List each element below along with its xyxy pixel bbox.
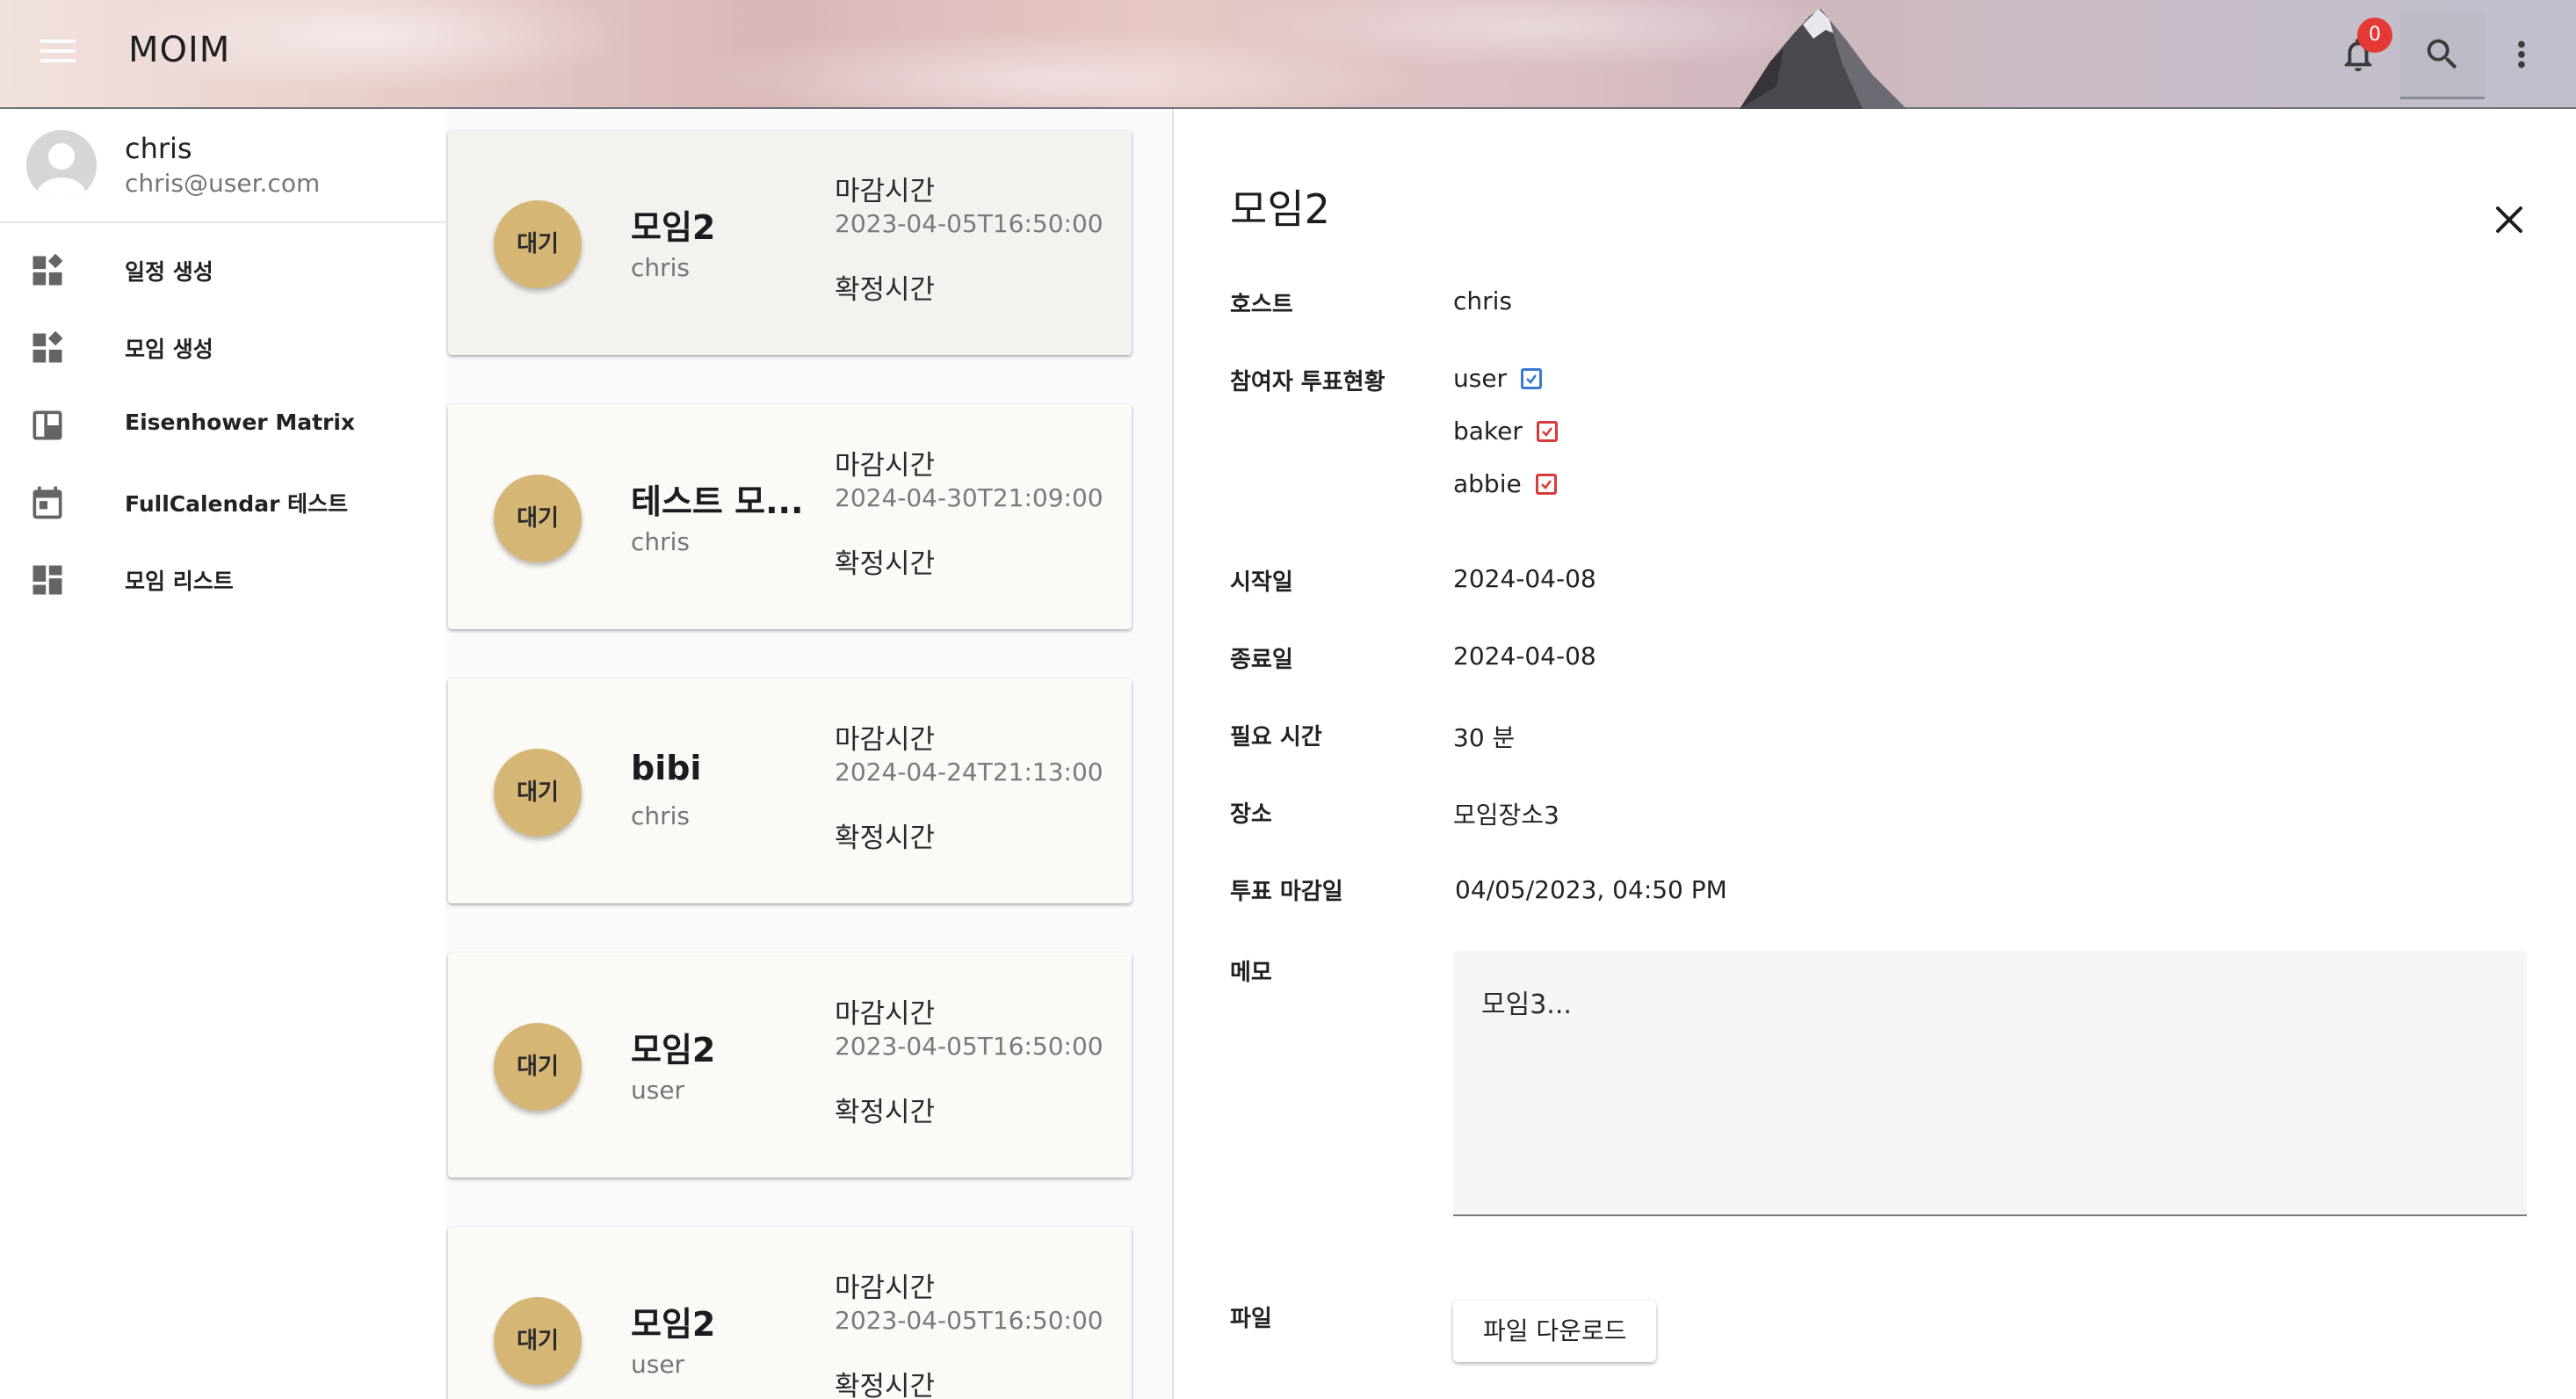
- start-date-value: 2024-04-08: [1453, 564, 1596, 593]
- place-value: 모임장소3: [1453, 801, 1559, 830]
- card-host: user: [631, 1350, 685, 1379]
- duration-label: 필요 시간: [1230, 724, 1322, 750]
- voter-name: baker: [1453, 417, 1523, 446]
- more-options-button[interactable]: [2479, 12, 2564, 97]
- meeting-list: 대기 모임2 chris 마감시간 2023-04-05T16:50:00 확정…: [445, 109, 1174, 1399]
- checkbox-checked-icon: [1521, 367, 1543, 389]
- deadline-label: 마감시간: [835, 176, 936, 207]
- user-name: chris: [125, 132, 192, 165]
- status-chip: 대기: [494, 475, 582, 562]
- memo-field[interactable]: 모임3...: [1453, 951, 2527, 1216]
- card-title: 모임2: [631, 1305, 716, 1344]
- sidebar-item-label: 일정 생성: [125, 259, 213, 285]
- confirm-label: 확정시간: [835, 823, 936, 854]
- app-title: MOIM: [128, 30, 231, 70]
- detail-title: 모임2: [1230, 185, 1330, 233]
- host-value: chris: [1453, 286, 1513, 315]
- memo-text: 모임3...: [1481, 989, 1572, 1020]
- mountain-image: [1740, 9, 1907, 109]
- deadline-label: 마감시간: [835, 724, 936, 756]
- end-date-value: 2024-04-08: [1453, 642, 1596, 671]
- status-chip: 대기: [494, 1297, 582, 1385]
- card-host: chris: [631, 527, 691, 556]
- meeting-card[interactable]: 대기 bibi chris 마감시간 2024-04-24T21:13:00 확…: [448, 678, 1132, 903]
- sidebar-item-create-meeting[interactable]: 모임 생성: [0, 309, 445, 387]
- deadline-value: 2023-04-05T16:50:00: [835, 209, 1103, 238]
- voter-row: user: [1453, 364, 1543, 393]
- avatar: [26, 130, 97, 200]
- end-date-label: 종료일: [1230, 647, 1293, 673]
- card-title: bibi: [631, 749, 702, 787]
- vote-deadline-value: 04/05/2023, 04:50 PM: [1455, 875, 1727, 904]
- sidebar-item-label: 모임 생성: [125, 337, 213, 362]
- votes-label: 참여자 투표현황: [1230, 369, 1386, 395]
- duration-value: 30 분: [1453, 723, 1516, 752]
- dashboard-icon: [28, 561, 67, 599]
- memo-label: 메모: [1230, 960, 1272, 986]
- status-chip: 대기: [494, 1023, 582, 1111]
- status-chip: 대기: [494, 749, 582, 837]
- sidebar-item-meeting-list[interactable]: 모임 리스트: [0, 541, 445, 619]
- close-button[interactable]: [2472, 183, 2546, 257]
- user-email: chris@user.com: [125, 169, 321, 198]
- file-download-button[interactable]: 파일 다운로드: [1453, 1301, 1657, 1362]
- file-label: 파일: [1230, 1306, 1272, 1332]
- app-bar: MOIM 0: [0, 0, 2576, 109]
- deadline-value: 2023-04-05T16:50:00: [835, 1032, 1103, 1061]
- meeting-detail-panel: 모임2 호스트 chris 참여자 투표현황 user baker abbie …: [1174, 109, 2576, 1399]
- more-vert-icon: [2518, 40, 2525, 69]
- status-chip: 대기: [494, 200, 582, 288]
- voter-row: baker: [1453, 417, 1558, 446]
- board-icon: [28, 406, 67, 445]
- start-date-label: 시작일: [1230, 569, 1293, 596]
- meeting-card[interactable]: 대기 모임2 user 마감시간 2023-04-05T16:50:00 확정시…: [448, 1227, 1132, 1399]
- vote-deadline-label: 투표 마감일: [1230, 879, 1343, 905]
- voter-row: abbie: [1453, 469, 1557, 498]
- card-title: 모임2: [631, 208, 716, 247]
- deadline-label: 마감시간: [835, 998, 936, 1030]
- card-title: 테스트 모...: [631, 482, 804, 521]
- sidebar: chris chris@user.com 일정 생성 모임 생성 Eisenho…: [0, 109, 445, 1399]
- sidebar-item-fullcalendar[interactable]: FullCalendar 테스트: [0, 464, 445, 541]
- search-button[interactable]: [2400, 12, 2485, 99]
- sidebar-item-eisenhower-matrix[interactable]: Eisenhower Matrix: [0, 387, 445, 464]
- deadline-value: 2024-04-24T21:13:00: [835, 757, 1103, 786]
- user-profile: chris chris@user.com: [0, 109, 445, 223]
- menu-icon[interactable]: [33, 33, 83, 76]
- place-label: 장소: [1230, 801, 1272, 828]
- meeting-card[interactable]: 대기 모임2 chris 마감시간 2023-04-05T16:50:00 확정…: [448, 130, 1132, 355]
- search-icon: [2427, 39, 2457, 69]
- checkbox-checked-icon: [1535, 473, 1557, 495]
- sidebar-item-label: 모임 리스트: [125, 569, 234, 594]
- checkbox-checked-icon: [1536, 420, 1558, 442]
- deadline-label: 마감시간: [835, 450, 936, 482]
- sidebar-item-label: FullCalendar 테스트: [125, 491, 349, 517]
- sidebar-item-create-schedule[interactable]: 일정 생성: [0, 232, 445, 309]
- meeting-card[interactable]: 대기 테스트 모... chris 마감시간 2024-04-30T21:09:…: [448, 404, 1132, 629]
- meeting-card[interactable]: 대기 모임2 user 마감시간 2023-04-05T16:50:00 확정시…: [448, 953, 1132, 1178]
- card-title: 모임2: [631, 1031, 716, 1069]
- dashboard-customize-icon: [28, 251, 67, 290]
- notification-badge: 0: [2357, 18, 2392, 53]
- avatar-icon: [26, 130, 97, 200]
- card-host: chris: [631, 801, 691, 830]
- confirm-label: 확정시간: [835, 1371, 936, 1399]
- voter-name: user: [1453, 364, 1508, 393]
- voter-name: abbie: [1453, 469, 1522, 498]
- card-host: chris: [631, 253, 691, 282]
- confirm-label: 확정시간: [835, 1097, 936, 1128]
- confirm-label: 확정시간: [835, 274, 936, 306]
- deadline-label: 마감시간: [835, 1272, 936, 1304]
- calendar-icon: [28, 483, 67, 522]
- deadline-value: 2024-04-30T21:09:00: [835, 483, 1103, 512]
- confirm-label: 확정시간: [835, 548, 936, 580]
- close-icon: [2496, 207, 2522, 233]
- dashboard-customize-icon: [28, 329, 67, 367]
- deadline-value: 2023-04-05T16:50:00: [835, 1306, 1103, 1335]
- sidebar-item-label: Eisenhower Matrix: [125, 410, 356, 435]
- card-host: user: [631, 1076, 685, 1105]
- host-label: 호스트: [1230, 292, 1293, 318]
